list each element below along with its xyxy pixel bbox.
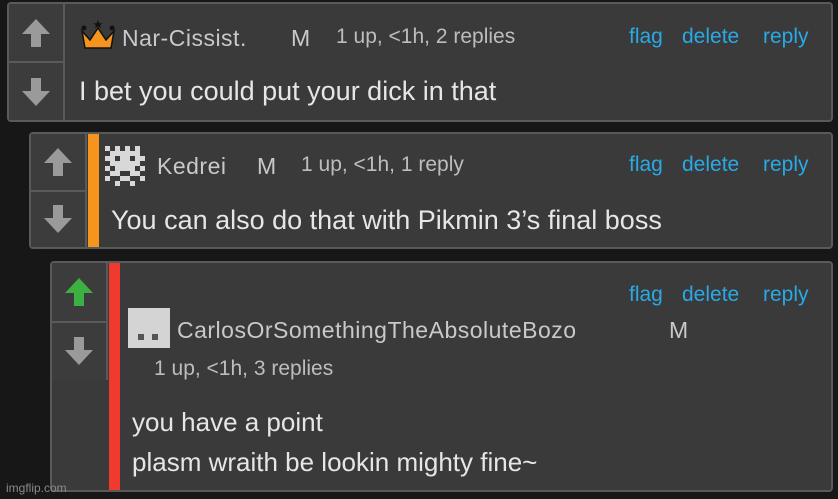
username[interactable]: Nar-Cissist. [122, 25, 247, 52]
upvote-button[interactable] [9, 4, 63, 61]
vote-column [31, 134, 87, 247]
comment-2: Kedrei M 1 up, <1h, 1 reply flag delete … [29, 132, 833, 249]
comment-1: Nar-Cissist. M 1 up, <1h, 2 replies flag… [7, 2, 833, 122]
vote-column [9, 4, 65, 120]
down-arrow-icon [44, 205, 72, 234]
comment-3: flag delete reply CarlosOrSomethingTheAb… [50, 261, 833, 492]
up-arrow-icon [65, 277, 93, 306]
crown-icon [80, 20, 116, 49]
comment-meta: 1 up, <1h, 3 replies [154, 357, 334, 380]
up-arrow-icon [44, 147, 72, 176]
downvote-button[interactable] [31, 189, 85, 247]
username[interactable]: Kedrei [157, 153, 226, 180]
gender-label: M [257, 153, 277, 179]
up-arrow-icon [22, 18, 50, 47]
reply-accent-bar [88, 134, 99, 247]
flag-link[interactable]: flag [629, 25, 663, 49]
comment-meta: 1 up, <1h, 1 reply [301, 153, 464, 176]
upvote-button[interactable] [31, 134, 85, 190]
comment-text-line-2: plasm wraith be lookin mighty fine~ [132, 447, 538, 477]
reply-link[interactable]: reply [763, 153, 809, 177]
down-arrow-icon [65, 337, 93, 366]
reply-accent-bar [109, 263, 120, 490]
comment-text: You can also do that with Pikmin 3’s fin… [111, 205, 662, 235]
downvote-button[interactable] [52, 320, 106, 380]
downvote-button[interactable] [9, 61, 63, 120]
upvote-button[interactable] [52, 263, 106, 321]
flag-link[interactable]: flag [629, 283, 663, 307]
gender-label: M [291, 25, 311, 51]
delete-link[interactable]: delete [682, 25, 739, 49]
reply-link[interactable]: reply [763, 283, 809, 307]
comment-meta: 1 up, <1h, 2 replies [336, 25, 516, 48]
delete-link[interactable]: delete [682, 153, 739, 177]
flag-link[interactable]: flag [629, 153, 663, 177]
gender-label: M [669, 317, 689, 343]
comment-text: I bet you could put your dick in that [79, 76, 497, 106]
watermark: imgflip.com [6, 481, 67, 495]
pixel-avatar-icon [105, 146, 145, 186]
reply-link[interactable]: reply [763, 25, 809, 49]
comment-text-line-1: you have a point [132, 407, 323, 437]
username[interactable]: CarlosOrSomethingTheAbsoluteBozo [177, 317, 577, 344]
down-arrow-icon [22, 77, 50, 106]
delete-link[interactable]: delete [682, 283, 739, 307]
vote-column [52, 263, 108, 380]
blank-avatar-icon [128, 308, 170, 348]
